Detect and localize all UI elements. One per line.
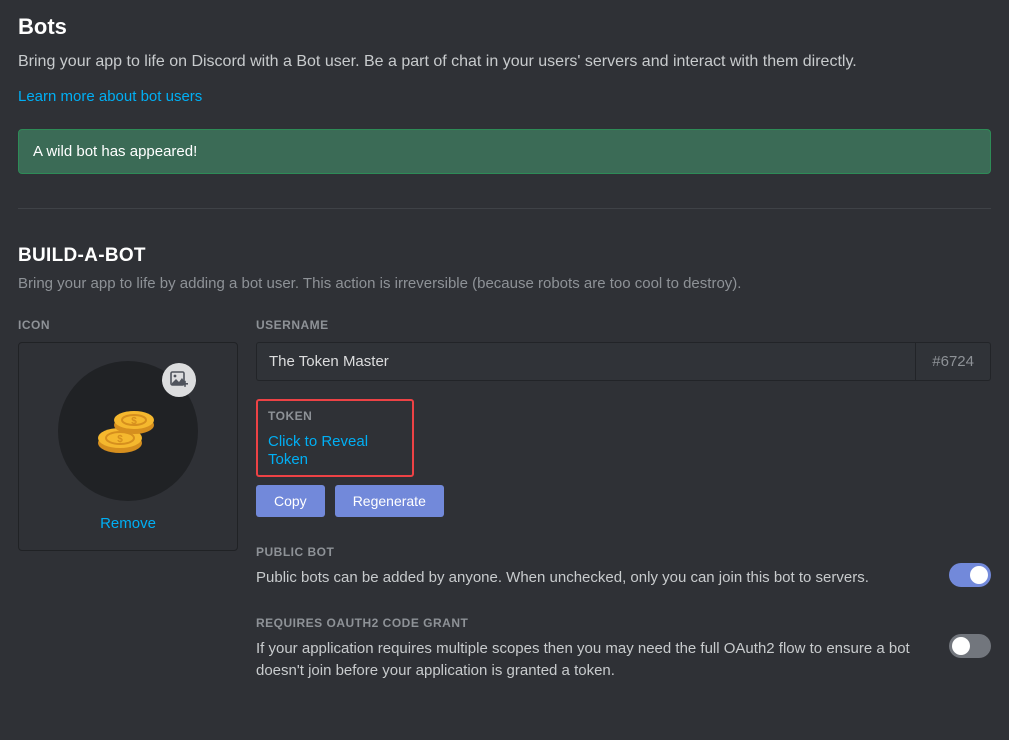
oauth2-title: REQUIRES OAUTH2 CODE GRANT: [256, 616, 921, 630]
username-discriminator: #6724: [915, 342, 991, 381]
build-title: BUILD-A-BOT: [18, 245, 991, 267]
learn-more-link[interactable]: Learn more about bot users: [18, 88, 202, 105]
username-input[interactable]: [256, 342, 915, 381]
public-bot-title: PUBLIC BOT: [256, 545, 921, 559]
upload-image-button[interactable]: [162, 363, 196, 397]
username-label: USERNAME: [256, 318, 991, 332]
svg-text:$: $: [131, 416, 137, 427]
regenerate-button[interactable]: Regenerate: [335, 485, 444, 517]
alert-success: A wild bot has appeared!: [18, 129, 991, 174]
image-add-icon: [170, 371, 188, 389]
oauth2-desc: If your application requires multiple sc…: [256, 638, 921, 683]
divider: [18, 208, 991, 209]
public-bot-desc: Public bots can be added by anyone. When…: [256, 567, 921, 590]
public-bot-toggle[interactable]: [949, 563, 991, 587]
remove-icon-link[interactable]: Remove: [100, 515, 156, 532]
reveal-token-link[interactable]: Click to Reveal Token: [268, 433, 368, 468]
coins-icon: $ $: [92, 395, 164, 467]
icon-label: ICON: [18, 318, 238, 332]
oauth2-toggle[interactable]: [949, 634, 991, 658]
page-subtitle: Bring your app to life on Discord with a…: [18, 50, 991, 74]
svg-text:$: $: [117, 434, 123, 445]
page-title: Bots: [18, 14, 991, 40]
token-label: TOKEN: [268, 409, 402, 423]
build-subtitle: Bring your app to life by adding a bot u…: [18, 275, 991, 292]
token-highlight-box: TOKEN Click to Reveal Token: [256, 399, 414, 477]
icon-box: $ $ Remove: [18, 342, 238, 551]
copy-button[interactable]: Copy: [256, 485, 325, 517]
